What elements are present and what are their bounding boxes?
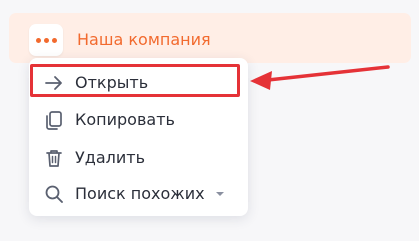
search-icon: [45, 185, 63, 203]
menu-item-label: Копировать: [75, 109, 175, 129]
company-name[interactable]: Наша компания: [77, 30, 211, 50]
menu-item-label: Поиск похожих: [75, 183, 205, 203]
annotation-highlight-box: [30, 64, 240, 97]
copy-icon: [46, 111, 62, 130]
more-dots-icon: [35, 37, 41, 43]
more-actions-button[interactable]: [29, 24, 63, 56]
trash-icon: [46, 150, 62, 167]
annotation-arrow-icon: [250, 65, 390, 90]
chevron-down-icon[interactable]: [215, 191, 225, 197]
more-dots-icon: [51, 37, 57, 43]
menu-item-copy[interactable]: Копировать: [29, 100, 248, 138]
menu-item-label: Удалить: [75, 147, 145, 167]
more-dots-icon: [43, 37, 49, 43]
menu-item-search-similar[interactable]: Поиск похожих: [29, 174, 248, 212]
page: Наша компания Открыть Копировать Удалить: [0, 0, 419, 241]
menu-item-delete[interactable]: Удалить: [29, 138, 248, 176]
